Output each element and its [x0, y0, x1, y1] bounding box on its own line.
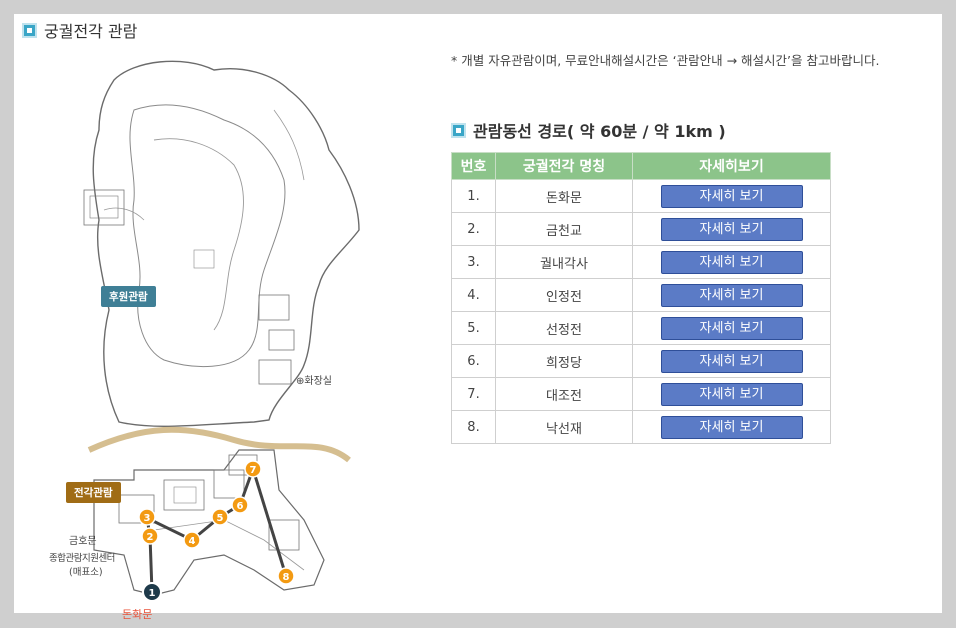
- svg-text:6: 6: [237, 501, 244, 512]
- restroom-label: ⊕화장실: [296, 376, 332, 387]
- row-number: 2.: [451, 212, 496, 246]
- square-bullet-icon: [451, 122, 466, 138]
- svg-text:7: 7: [250, 465, 257, 476]
- row-name: 인정전: [495, 278, 633, 312]
- row-number: 3.: [451, 245, 496, 279]
- geumhomun-label: 금호문: [69, 536, 97, 547]
- svg-text:8: 8: [283, 572, 290, 583]
- header-name: 궁궐전각 명칭: [495, 152, 633, 180]
- table-row: 7. 대조전 자세히 보기: [451, 377, 831, 411]
- svg-text:4: 4: [189, 536, 196, 547]
- row-number: 6.: [451, 344, 496, 378]
- row-name: 낙선재: [495, 410, 633, 444]
- route-title: 관람동선 경로( 약 60분 / 약 1km ): [451, 118, 726, 142]
- garden-tour-tag[interactable]: 후원관람: [101, 286, 156, 307]
- svg-text:3: 3: [144, 513, 151, 524]
- row-name: 선정전: [495, 311, 633, 345]
- table-row: 6. 희정당 자세히 보기: [451, 344, 831, 378]
- row-name: 돈화문: [495, 179, 633, 213]
- header-detail: 자세히보기: [632, 152, 831, 180]
- svg-text:2: 2: [147, 532, 154, 543]
- route-title-text: 관람동선 경로( 약 60분 / 약 1km ): [473, 122, 726, 141]
- table-row: 2. 금천교 자세히 보기: [451, 212, 831, 246]
- row-name: 궐내각사: [495, 245, 633, 279]
- row-number: 8.: [451, 410, 496, 444]
- detail-button[interactable]: 자세히 보기: [660, 217, 803, 241]
- palace-map: 1 2 3 4 5 6 7 8 후원관람 전각관람 ⊕화장실 금호문 종합관람지…: [49, 50, 394, 621]
- row-name: 대조전: [495, 377, 633, 411]
- row-name: 금천교: [495, 212, 633, 246]
- content-panel: 궁궐전각 관람 1 2 3 4 5 6 7 8 후원관람 전각관람 ⊕화장실 금…: [14, 14, 942, 621]
- table-row: 8. 낙선재 자세히 보기: [451, 410, 831, 444]
- donhwamun-label: 돈화문: [122, 608, 153, 621]
- detail-button[interactable]: 자세히 보기: [660, 250, 803, 274]
- notice-text: * 개별 자유관람이며, 무료안내해설시간은 ‘관람안내 → 해설시간’을 참고…: [451, 53, 880, 68]
- detail-button[interactable]: 자세히 보기: [660, 184, 803, 208]
- palace-map-drawing: 1 2 3 4 5 6 7 8: [83, 60, 360, 602]
- row-name: 희정당: [495, 344, 633, 378]
- section-title: 궁궐전각 관람: [22, 18, 137, 42]
- section-title-text: 궁궐전각 관람: [44, 22, 138, 41]
- table-row: 5. 선정전 자세히 보기: [451, 311, 831, 345]
- header-number: 번호: [451, 152, 496, 180]
- center-label: 종합관람지원센터: [49, 553, 115, 564]
- row-number: 5.: [451, 311, 496, 345]
- svg-text:5: 5: [217, 513, 224, 524]
- row-number: 4.: [451, 278, 496, 312]
- table-row: 4. 인정전 자세히 보기: [451, 278, 831, 312]
- row-number: 7.: [451, 377, 496, 411]
- table-row: 3. 궐내각사 자세히 보기: [451, 245, 831, 279]
- detail-button[interactable]: 자세히 보기: [660, 415, 803, 439]
- table-row: 1. 돈화문 자세히 보기: [451, 179, 831, 213]
- table-header-row: 번호 궁궐전각 명칭 자세히보기: [451, 152, 831, 180]
- svg-text:1: 1: [149, 588, 156, 599]
- detail-button[interactable]: 자세히 보기: [660, 316, 803, 340]
- center-sub-label: (매표소): [69, 567, 103, 578]
- row-number: 1.: [451, 179, 496, 213]
- detail-button[interactable]: 자세히 보기: [660, 349, 803, 373]
- detail-button[interactable]: 자세히 보기: [660, 283, 803, 307]
- hall-tour-tag[interactable]: 전각관람: [66, 482, 121, 503]
- route-table: 번호 궁궐전각 명칭 자세히보기 1. 돈화문 자세히 보기 2. 금천교 자세…: [451, 152, 831, 444]
- detail-button[interactable]: 자세히 보기: [660, 382, 803, 406]
- square-bullet-icon: [22, 22, 37, 38]
